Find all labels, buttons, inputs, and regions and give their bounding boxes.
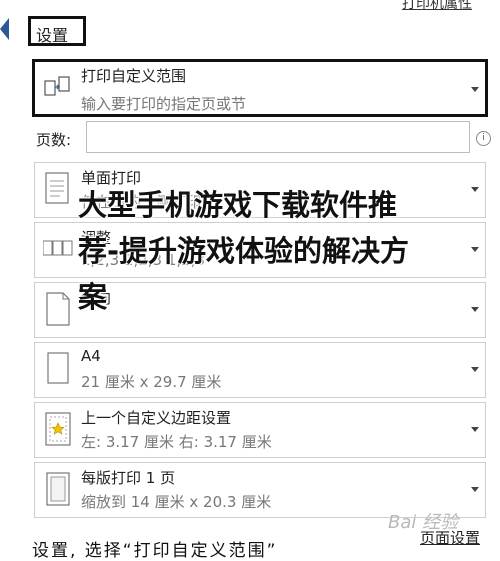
print-range-highlight-box [32,59,488,117]
chevron-down-icon [471,247,479,252]
pages-input[interactable] [86,121,470,153]
settings-heading: 设置 [36,26,69,45]
page-setup-link[interactable]: 页面设置 [420,527,480,548]
chevron-down-icon [471,307,479,312]
pages-per-sheet-title: 每版打印 1 页 [81,469,176,487]
overlay-title: 大型手机游戏下载软件推荐-提升游戏体验的解决方案 [78,188,410,314]
margins-dropdown[interactable]: 上一个自定义边距设置 左: 3.17 厘米 右: 3.17 厘米 [34,402,486,458]
portrait-page-icon [46,292,70,326]
collate-icon [43,240,73,256]
margins-subtitle: 左: 3.17 厘米 右: 3.17 厘米 [81,433,272,451]
pages-label: 页数: [36,131,72,149]
chevron-down-icon [471,427,479,432]
caption-text: 设置, 选择“打印自定义范围” [32,541,278,561]
paper-size-title: A4 [81,347,101,365]
pages-per-sheet-icon [46,472,70,506]
info-icon[interactable]: i [476,131,491,146]
paper-size-dropdown[interactable]: A4 21 厘米 x 29.7 厘米 [34,342,486,398]
paper-size-subtitle: 21 厘米 x 29.7 厘米 [81,373,222,391]
chevron-down-icon [471,367,479,372]
paper-size-icon [47,352,69,384]
pages-per-sheet-subtitle: 缩放到 14 厘米 x 20.3 厘米 [81,493,272,511]
chevron-down-icon [471,187,479,192]
single-sided-icon [45,172,69,204]
margins-title: 上一个自定义边距设置 [81,409,232,427]
margins-star-icon [45,412,71,446]
printer-properties-link[interactable]: 打印机属性 [402,0,472,13]
back-arrow-icon[interactable] [0,18,9,40]
chevron-down-icon [471,487,479,492]
